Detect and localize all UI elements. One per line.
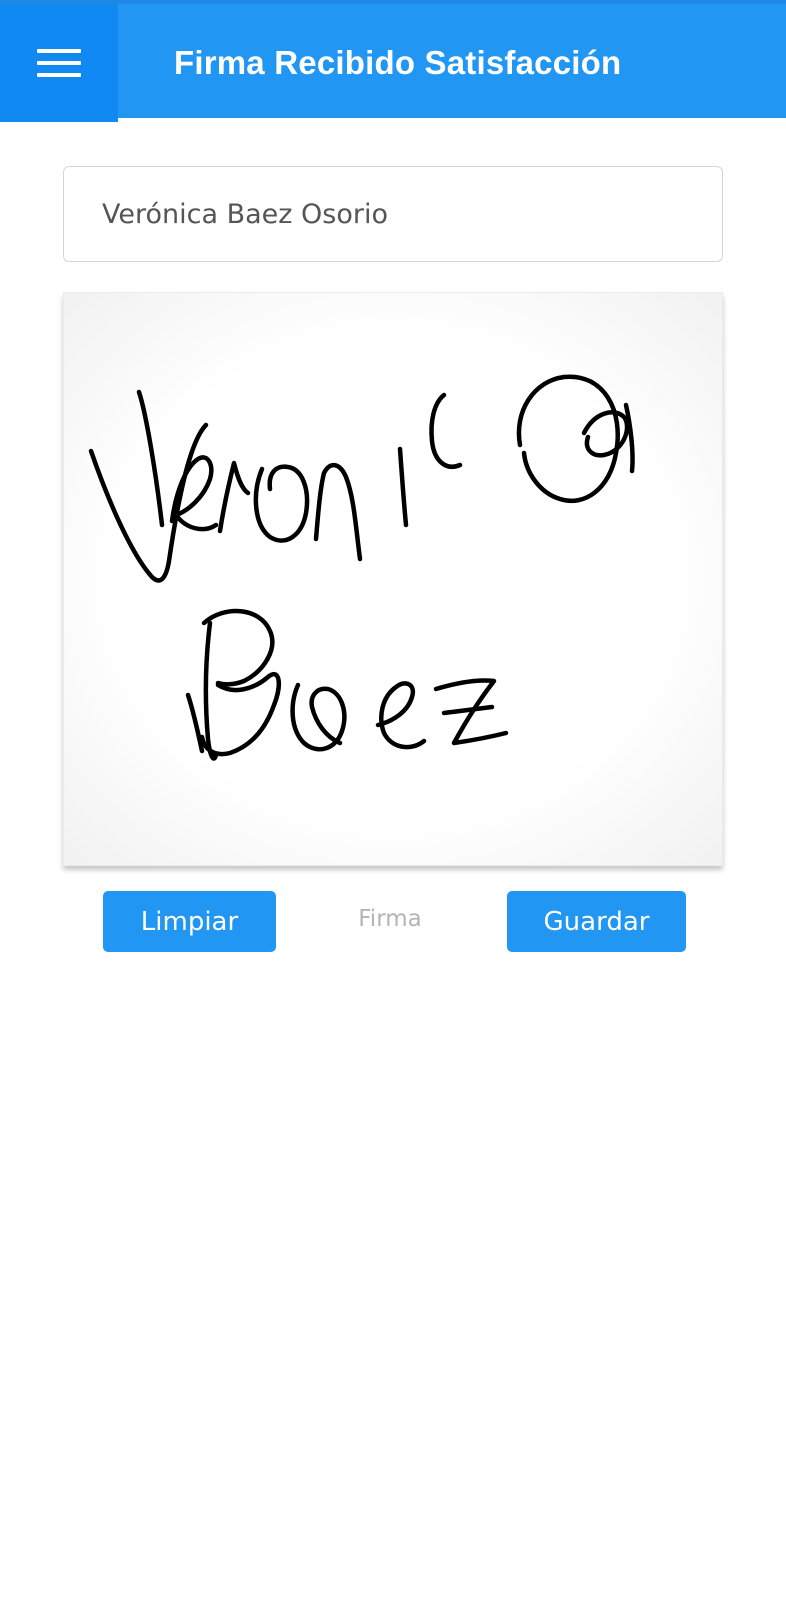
name-field[interactable]: [63, 166, 723, 262]
hamburger-menu-icon: [37, 49, 81, 77]
signature-drawing: [88, 374, 635, 761]
save-button[interactable]: Guardar: [507, 891, 686, 952]
menu-button[interactable]: [0, 4, 118, 122]
signature-label: Firma: [358, 906, 422, 932]
clear-button[interactable]: Limpiar: [103, 891, 276, 952]
name-input[interactable]: [102, 198, 722, 230]
signature-pad[interactable]: [63, 292, 723, 866]
app-bar: Firma Recibido Satisfacción: [0, 0, 786, 122]
page-title: Firma Recibido Satisfacción: [174, 44, 622, 81]
